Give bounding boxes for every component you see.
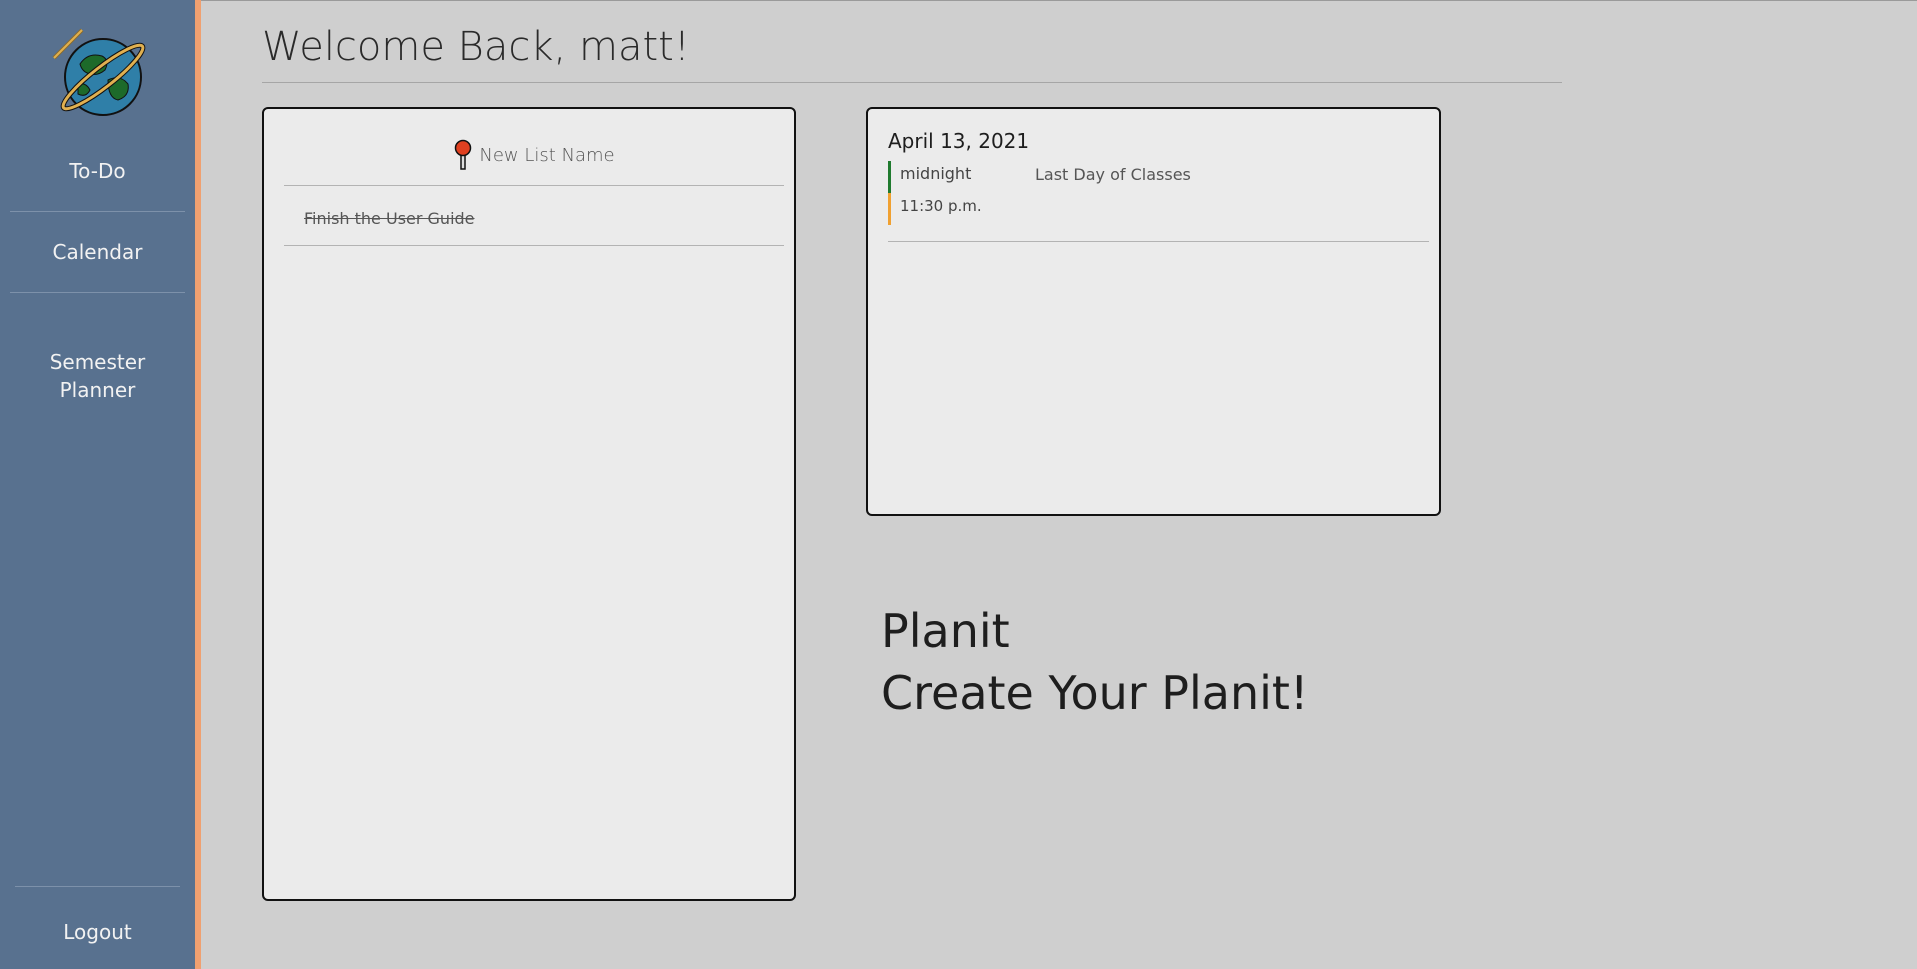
event-title[interactable]: Last Day of Classes	[1035, 165, 1191, 184]
divider	[284, 185, 784, 186]
logout-label: Logout	[63, 920, 132, 944]
task-item[interactable]: Finish the User Guide	[304, 209, 475, 228]
sidebar-item-semester-planner[interactable]: Semester Planner	[10, 320, 185, 404]
sidebar-item-todo[interactable]: To-Do	[10, 157, 185, 185]
pushpin-icon	[455, 139, 472, 170]
todo-list-header[interactable]: New List Name	[284, 131, 784, 179]
main-top-border	[201, 0, 1917, 1]
sidebar-divider	[10, 292, 185, 293]
divider	[888, 241, 1429, 242]
event-start-time: midnight	[888, 161, 971, 193]
brand-tagline: Create Your Planit!	[881, 666, 1309, 720]
calendar-date: April 13, 2021	[888, 129, 1030, 153]
sidebar-divider	[10, 211, 185, 212]
sidebar: To-Do Calendar Semester Planner Logout	[0, 0, 201, 969]
logout-button[interactable]: Logout	[10, 918, 185, 946]
todo-list-card: New List Name Finish the User Guide	[262, 107, 796, 901]
brand-name: Planit	[881, 604, 1010, 658]
sidebar-divider	[15, 886, 180, 887]
sidebar-item-calendar[interactable]: Calendar	[10, 238, 185, 266]
title-divider	[262, 82, 1562, 83]
sidebar-item-label: Calendar	[52, 240, 143, 264]
event-end-time: 11:30 p.m.	[888, 193, 982, 225]
planit-logo-icon[interactable]	[50, 24, 150, 120]
sidebar-item-label: To-Do	[69, 159, 126, 183]
list-name[interactable]: New List Name	[479, 145, 614, 166]
brand-block: Planit Create Your Planit!	[881, 600, 1308, 724]
page-title: Welcome Back, matt!	[262, 24, 690, 70]
sidebar-item-label: Semester Planner	[49, 350, 146, 402]
calendar-card: April 13, 2021 midnight 11:30 p.m. Last …	[866, 107, 1441, 516]
divider	[284, 245, 784, 246]
